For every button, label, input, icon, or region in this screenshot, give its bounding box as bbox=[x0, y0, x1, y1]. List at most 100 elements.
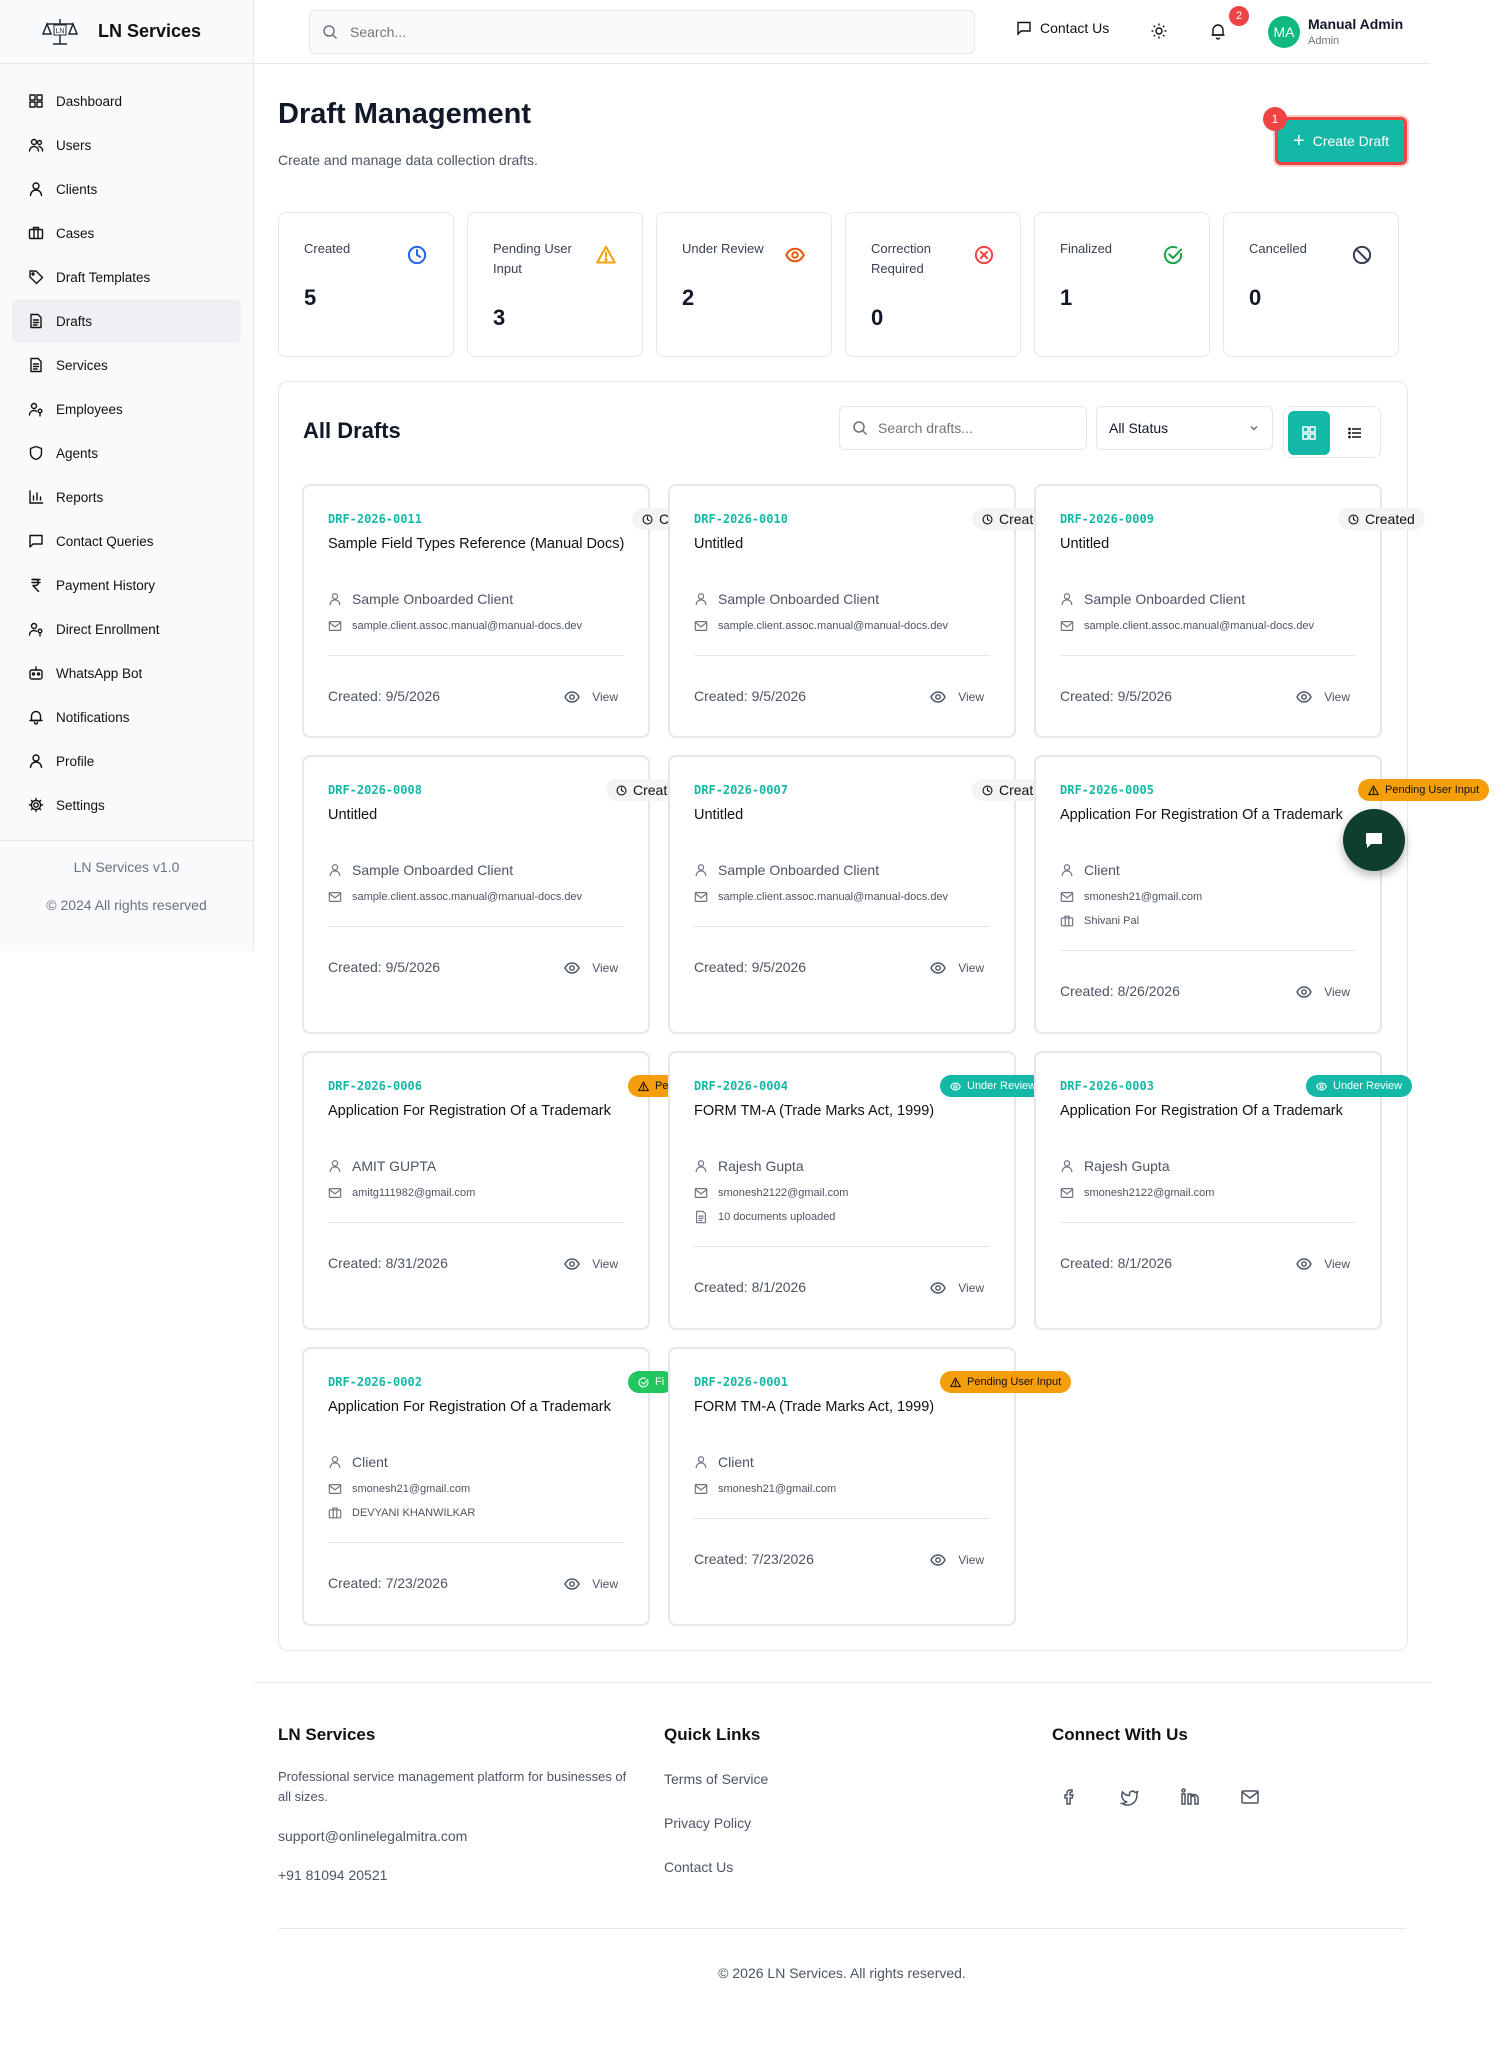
mail-icon bbox=[694, 1188, 708, 1198]
client-email: smonesh21@gmail.com bbox=[718, 1483, 837, 1495]
sidebar-item-notifications[interactable]: Notifications bbox=[12, 695, 241, 739]
sidebar-item-employees[interactable]: Employees bbox=[12, 387, 241, 431]
grid-view-button[interactable] bbox=[1288, 411, 1330, 455]
view-draft-button[interactable]: View bbox=[930, 960, 984, 976]
view-draft-button[interactable]: View bbox=[1296, 984, 1350, 1000]
sidebar-footer: LN Services v1.0 © 2024 All rights reser… bbox=[0, 840, 253, 935]
sidebar-item-whatsapp-bot[interactable]: WhatsApp Bot bbox=[12, 651, 241, 695]
footer-link-contact[interactable]: Contact Us bbox=[664, 1857, 733, 1877]
message-icon bbox=[29, 534, 43, 548]
sidebar-item-settings[interactable]: Settings bbox=[12, 783, 241, 827]
user-icon bbox=[695, 1456, 707, 1469]
view-draft-button[interactable]: View bbox=[564, 960, 618, 976]
sidebar-item-draft-templates[interactable]: Draft Templates bbox=[12, 255, 241, 299]
footer-link-privacy[interactable]: Privacy Policy bbox=[664, 1813, 751, 1833]
mail-icon[interactable] bbox=[1240, 1787, 1260, 1807]
ban-icon bbox=[1352, 245, 1372, 265]
sidebar-item-payment-history[interactable]: Payment History bbox=[12, 563, 241, 607]
global-search[interactable] bbox=[309, 10, 975, 54]
draft-email: sample.client.assoc.manual@manual-docs.d… bbox=[694, 619, 948, 633]
eye-icon bbox=[564, 962, 580, 974]
draft-card[interactable]: DRF-2026-0009 Created Untitled Sample Onboa… bbox=[1034, 484, 1425, 738]
twitter-icon[interactable] bbox=[1120, 1787, 1140, 1807]
view-draft-button[interactable]: View bbox=[1296, 689, 1350, 705]
draft-card[interactable]: DRF-2026-0002 Fi Application For Registrat… bbox=[302, 1347, 675, 1626]
create-draft-label: Create Draft bbox=[1312, 133, 1389, 149]
sidebar-item-drafts[interactable]: Drafts bbox=[12, 299, 241, 343]
draft-card[interactable]: DRF-2026-0001 Pending User Input FORM TM-A… bbox=[668, 1347, 1072, 1626]
draft-email: sample.client.assoc.manual@manual-docs.d… bbox=[1060, 619, 1314, 633]
footer-link-terms[interactable]: Terms of Service bbox=[664, 1769, 768, 1789]
check-circle-icon bbox=[638, 1377, 649, 1388]
draft-id: DRF-2026-0009 bbox=[1060, 512, 1154, 526]
sidebar-item-label: Draft Templates bbox=[56, 269, 151, 285]
drafts-search[interactable] bbox=[839, 406, 1087, 450]
draft-card[interactable]: DRF-2026-0010 Created Untitled Sample Onboa… bbox=[668, 484, 1059, 738]
draft-created-date: Created: 8/31/2026 bbox=[328, 1255, 448, 1271]
briefcase-icon bbox=[28, 226, 44, 240]
view-label: View bbox=[592, 1257, 618, 1271]
briefcase-icon bbox=[1060, 915, 1074, 927]
view-draft-button[interactable]: View bbox=[1296, 1256, 1350, 1272]
status-badge-label: Fi bbox=[655, 1376, 665, 1388]
client-email: smonesh2122@gmail.com bbox=[718, 1187, 849, 1199]
status-filter-select[interactable]: All Status bbox=[1096, 406, 1273, 450]
draft-email: sample.client.assoc.manual@manual-docs.d… bbox=[328, 890, 582, 904]
footer-brand-title: LN Services bbox=[278, 1725, 376, 1744]
view-draft-button[interactable]: View bbox=[930, 1552, 984, 1568]
chat-fab-button[interactable] bbox=[1343, 809, 1405, 871]
draft-client: Sample Onboarded Client bbox=[328, 591, 513, 607]
sidebar-item-dashboard[interactable]: Dashboard bbox=[12, 79, 241, 123]
draft-card[interactable]: DRF-2026-0004 Under Review FORM TM-A (Trad… bbox=[668, 1051, 1047, 1330]
drafts-search-input[interactable] bbox=[878, 420, 1078, 436]
draft-card[interactable]: DRF-2026-0005 Pending User Input Applicati… bbox=[1034, 755, 1490, 1034]
client-email: smonesh21@gmail.com bbox=[352, 1483, 471, 1495]
draft-card[interactable]: DRF-2026-0007 Created Untitled Sample Onboa… bbox=[668, 755, 1059, 1034]
user-name[interactable]: Manual Admin bbox=[1308, 16, 1403, 32]
client-email: smonesh2122@gmail.com bbox=[1084, 1187, 1215, 1199]
sidebar-item-direct-enrollment[interactable]: Direct Enrollment bbox=[12, 607, 241, 651]
sidebar-item-users[interactable]: Users bbox=[12, 123, 241, 167]
view-draft-button[interactable]: View bbox=[930, 1280, 984, 1296]
facebook-icon[interactable] bbox=[1060, 1787, 1080, 1807]
message-icon bbox=[1017, 21, 1031, 36]
sun-icon[interactable] bbox=[1150, 22, 1168, 40]
footer-email-link[interactable]: support@onlinelegalmitra.com bbox=[278, 1826, 467, 1846]
user-icon bbox=[695, 593, 707, 606]
sidebar-item-clients[interactable]: Clients bbox=[12, 167, 241, 211]
view-draft-button[interactable]: View bbox=[564, 689, 618, 705]
draft-id: DRF-2026-0007 bbox=[694, 783, 788, 797]
sidebar-item-label: Cases bbox=[56, 225, 95, 241]
draft-id: DRF-2026-0005 bbox=[1060, 783, 1154, 797]
view-draft-button[interactable]: View bbox=[564, 1576, 618, 1592]
sidebar-item-contact-queries[interactable]: Contact Queries bbox=[12, 519, 241, 563]
stat-label: Cancelled bbox=[1249, 241, 1307, 256]
sidebar-item-cases[interactable]: Cases bbox=[12, 211, 241, 255]
clock-icon bbox=[616, 784, 627, 796]
sidebar-item-label: Agents bbox=[56, 445, 99, 461]
sidebar-item-agents[interactable]: Agents bbox=[12, 431, 241, 475]
draft-card[interactable]: DRF-2026-0006 Pe Application For Registrat… bbox=[302, 1051, 679, 1330]
bell-icon[interactable] bbox=[1209, 22, 1227, 40]
clock-icon bbox=[982, 513, 993, 525]
mail-icon bbox=[1060, 892, 1074, 902]
linkedin-icon[interactable] bbox=[1180, 1787, 1200, 1807]
view-draft-button[interactable]: View bbox=[564, 1256, 618, 1272]
sidebar-item-label: Dashboard bbox=[56, 93, 123, 109]
avatar[interactable]: MA bbox=[1268, 16, 1300, 48]
bell-icon bbox=[29, 710, 43, 725]
draft-card[interactable]: DRF-2026-0008 Created Untitled Sample Onboa… bbox=[302, 755, 693, 1034]
card-divider bbox=[694, 655, 990, 656]
sidebar-item-profile[interactable]: Profile bbox=[12, 739, 241, 783]
sidebar-item-services[interactable]: Services bbox=[12, 343, 241, 387]
contact-us-button[interactable]: Contact Us bbox=[1016, 20, 1109, 36]
brand[interactable]: LN LN Services bbox=[0, 0, 253, 64]
list-view-button[interactable] bbox=[1334, 411, 1376, 455]
draft-card[interactable]: DRF-2026-0011CreatedSample Field Types R… bbox=[302, 484, 719, 738]
view-draft-button[interactable]: View bbox=[930, 689, 984, 705]
create-draft-button[interactable]: + Create Draft bbox=[1275, 117, 1407, 165]
global-search-input[interactable] bbox=[350, 24, 950, 40]
sidebar-item-reports[interactable]: Reports bbox=[12, 475, 241, 519]
draft-card[interactable]: DRF-2026-0003 Under Review Application For… bbox=[1034, 1051, 1413, 1330]
draft-title: Application For Registration Of a Tradem… bbox=[328, 1103, 611, 1119]
